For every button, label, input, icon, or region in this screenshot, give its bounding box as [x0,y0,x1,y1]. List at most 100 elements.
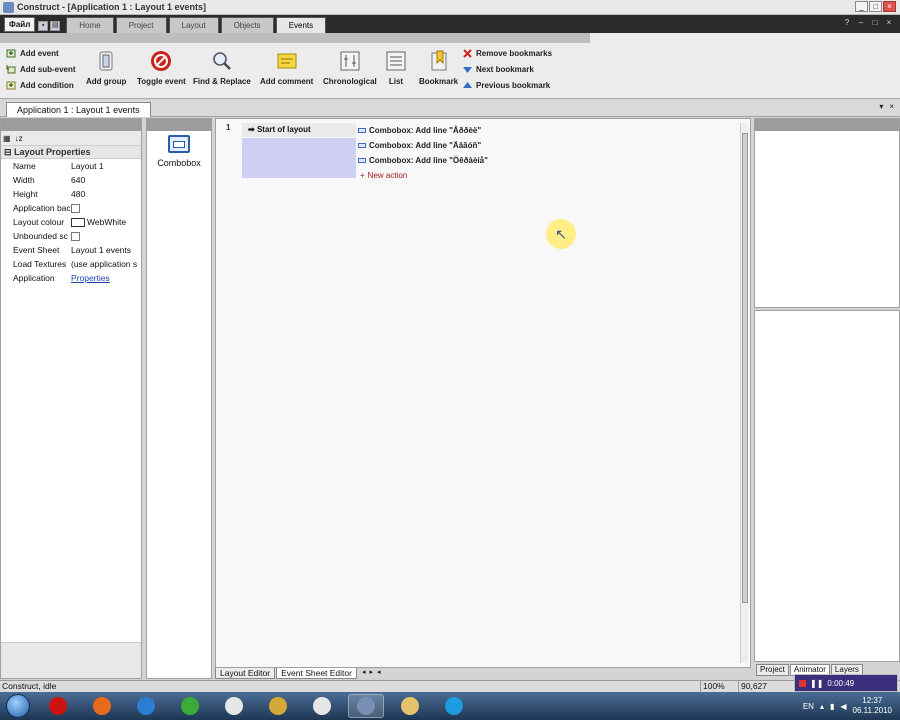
taskbar-button[interactable] [216,694,252,718]
bookmark-button[interactable]: Bookmark [419,49,458,86]
remove-bookmarks-button[interactable]: Remove bookmarks [462,47,552,60]
add-comment-button[interactable]: Add comment [260,49,313,86]
windows-taskbar: EN ▴ ▮ ◀ 12:37 06.11.2010 [0,692,900,720]
property-row[interactable]: Load Textures (use application s [1,257,141,271]
event-condition[interactable]: ➡ Start of layout [242,123,356,137]
list-button[interactable]: List [384,49,408,86]
tab-objects[interactable]: Objects [220,17,274,33]
volume-icon[interactable]: ◀ [840,702,846,711]
property-row[interactable]: Application bac [1,201,141,215]
taskbar-button[interactable] [84,694,120,718]
tab-home[interactable]: Home [66,17,114,33]
tray-arrow-icon[interactable]: ▴ [820,702,824,711]
property-row[interactable]: Name Layout 1 [1,159,141,173]
action-row[interactable]: Combobox: Add line "Äâãóñ" [358,138,738,153]
save-icon[interactable]: ▪ [38,21,49,31]
scroll-left-icon[interactable]: ◂ [362,668,366,679]
chronological-button[interactable]: Chronological [323,49,377,86]
property-row[interactable]: Width 640 [1,173,141,187]
maximize-button[interactable]: □ [869,1,882,12]
tab-event-sheet-editor[interactable]: Event Sheet Editor [276,668,357,679]
property-name: Name [13,161,36,171]
add-event-icon [6,49,16,58]
next-bookmark-button[interactable]: Next bookmark [462,63,552,76]
taskbar-button[interactable] [304,694,340,718]
application-properties-link[interactable]: Properties [71,273,141,283]
property-row[interactable]: Layout colour WebWhite [1,215,141,229]
property-value[interactable]: WebWhite [71,217,141,227]
ribbon-close-icon[interactable]: × [884,18,894,28]
taskbar-button[interactable] [260,694,296,718]
property-name: Width [13,175,35,185]
property-value[interactable]: (use application s [71,259,141,269]
application-background-checkbox[interactable] [71,203,80,213]
taskbar-button[interactable] [128,694,164,718]
scroll-right-icon[interactable]: ▸ [370,668,374,679]
ribbon-restore-icon[interactable]: □ [870,18,880,28]
action-row[interactable]: Combobox: Add line "Öêðàèíå" [358,153,738,168]
alphabetical-sort-icon[interactable]: ↓z [15,134,23,143]
find-replace-button[interactable]: Find & Replace [193,49,251,86]
property-row[interactable]: Application Properties [1,271,141,285]
add-group-button[interactable]: Add group [86,49,126,86]
toggle-event-button[interactable]: Toggle event [137,49,186,86]
add-sub-event-button[interactable]: Add sub-event [6,63,76,76]
mouse-cursor-highlight-icon: ↖ [546,219,576,249]
record-icon[interactable] [799,679,806,687]
tab-layout[interactable]: Layout [168,17,219,33]
event-sheet-editor[interactable]: 1 ➡ Start of layout Combobox: Add line "… [215,118,751,668]
pause-icon[interactable]: ❚❚ [810,679,823,688]
screen-recorder-widget[interactable]: ❚❚ 0:00:49 [794,674,898,692]
taskbar-clock[interactable]: 12:37 06.11.2010 [853,696,892,716]
tab-project-panel[interactable]: Project [756,664,789,676]
start-button[interactable] [6,694,30,718]
new-action-link[interactable]: + New action [358,168,738,182]
notepad-icon [313,697,331,715]
action-row[interactable]: Combobox: Add line "Åððèë" [358,123,738,138]
property-value[interactable]: Layout 1 events [71,245,141,255]
hscroll-left-icon[interactable]: ◂ [377,668,381,679]
property-row[interactable]: Height 480 [1,187,141,201]
help-icon[interactable]: ? [842,18,852,28]
object-item-combobox[interactable]: Combobox [151,135,207,168]
taskbar-button[interactable] [172,694,208,718]
property-row[interactable]: Unbounded sc [1,229,141,243]
event-sheet-scrollbar[interactable] [740,123,748,663]
property-row[interactable]: Event Sheet Layout 1 events [1,243,141,257]
layout-colour-swatch[interactable] [71,217,85,227]
ribbon-minimize-icon[interactable]: – [856,18,866,28]
scrollbar-thumb[interactable] [742,133,748,603]
tab-events[interactable]: Events [275,17,327,33]
ribbon-help-controls: ? – □ × [842,18,894,28]
property-value[interactable]: 640 [71,175,141,185]
close-button[interactable]: × [883,1,896,12]
add-event-button[interactable]: Add event [6,47,76,60]
unbounded-scrolling-checkbox[interactable] [71,231,80,241]
print-icon[interactable]: ▤ [50,21,61,31]
categorized-view-icon[interactable]: ▦ [3,134,11,143]
editor-tabs: Layout Editor Event Sheet Editor ◂ ▸ ◂ [215,668,751,679]
taskbar-button[interactable] [40,694,76,718]
tab-project[interactable]: Project [115,17,167,33]
condition-area[interactable] [242,138,356,178]
minimize-button[interactable]: _ [855,1,868,12]
taskbar-button[interactable] [436,694,472,718]
language-indicator[interactable]: EN [803,702,814,711]
add-condition-button[interactable]: Add condition [6,79,76,92]
property-value[interactable]: 480 [71,189,141,199]
list-label: List [388,77,404,86]
property-name: Load Textures [13,259,67,269]
previous-bookmark-button[interactable]: Previous bookmark [462,79,552,92]
taskbar-button[interactable] [348,694,384,718]
property-value[interactable]: Layout 1 [71,161,141,171]
taskbar-button[interactable] [392,694,428,718]
tab-layout-editor[interactable]: Layout Editor [215,668,276,679]
network-icon[interactable]: ▮ [830,702,834,711]
document-tab[interactable]: Application 1 : Layout 1 events [6,102,151,117]
tab-dropdown-icon[interactable]: ▾ [879,102,883,111]
condition-arrow-icon: ➡ [248,125,257,134]
editor-tab-scroll: ◂ ▸ ◂ [362,668,381,679]
properties-section-title[interactable]: ⊟ Layout Properties [1,146,141,159]
tab-close-icon[interactable]: × [889,102,894,111]
file-menu-button[interactable]: Файл [4,17,36,32]
